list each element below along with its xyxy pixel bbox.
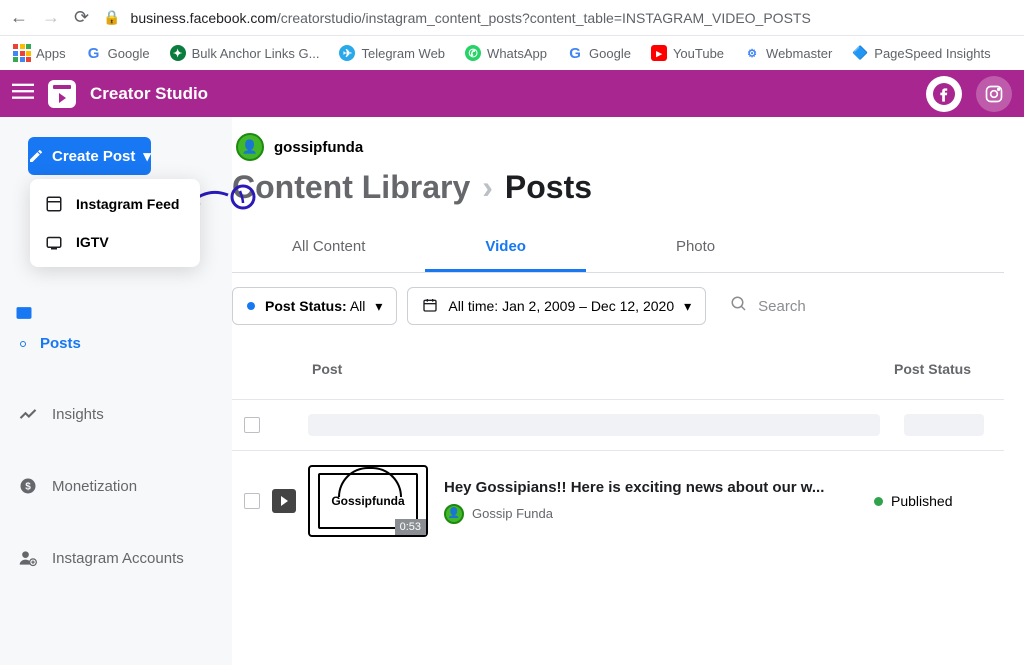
url-bar[interactable]: 🔒 business.facebook.com/creatorstudio/in… xyxy=(103,9,1014,26)
library-icon xyxy=(14,303,34,323)
chevron-right-icon: › xyxy=(482,169,493,206)
post-title: Hey Gossipians!! Here is exciting news a… xyxy=(444,479,874,496)
date-range-filter[interactable]: All time: Jan 2, 2009 – Dec 12, 2020 ▾ xyxy=(407,287,706,325)
content-tabs: All Content Video Photo xyxy=(232,224,1004,273)
instagram-switch-icon[interactable] xyxy=(976,76,1012,112)
main-content: 👤 gossipfunda Content Library › Posts Al… xyxy=(232,117,1024,665)
post-author: Gossip Funda xyxy=(472,506,553,521)
post-status-filter[interactable]: Post Status: All ▾ xyxy=(232,287,397,325)
menu-icon[interactable] xyxy=(12,80,34,107)
crumb-library[interactable]: Content Library xyxy=(232,169,470,206)
dropdown-instagram-feed[interactable]: Instagram Feed xyxy=(30,185,200,223)
breadcrumb: Content Library › Posts xyxy=(232,169,1024,224)
search-input[interactable]: Search xyxy=(716,287,1004,325)
lock-icon: 🔒 xyxy=(103,9,120,26)
tab-photo[interactable]: Photo xyxy=(586,224,805,272)
account-avatar[interactable]: 👤 xyxy=(236,133,264,161)
col-status: Post Status xyxy=(894,361,1024,377)
account-name: gossipfunda xyxy=(274,139,363,156)
author-avatar: 👤 xyxy=(444,504,464,524)
dropdown-igtv[interactable]: IGTV xyxy=(30,223,200,261)
sidebar: Create Post ▾ Instagram Feed IGTV xyxy=(0,117,232,665)
calendar-icon xyxy=(422,297,438,316)
reload-icon[interactable]: ⟳ xyxy=(74,7,89,28)
table-row[interactable]: Gossipfunda 0:53 Hey Gossipians!! Here i… xyxy=(232,450,1004,551)
status-dot-icon xyxy=(874,497,883,506)
chevron-down-icon: ▾ xyxy=(684,298,691,315)
video-thumbnail[interactable]: Gossipfunda 0:53 xyxy=(308,465,428,537)
bookmarks-bar: Apps GGoogle ✦Bulk Anchor Links G... ✈Te… xyxy=(0,36,1024,70)
crumb-posts: Posts xyxy=(505,169,592,206)
dot-icon xyxy=(20,341,26,347)
chevron-down-icon: ▾ xyxy=(143,147,151,165)
play-icon[interactable] xyxy=(272,489,296,513)
bookmark-webmaster[interactable]: ⚙Webmaster xyxy=(738,41,838,65)
create-post-button[interactable]: Create Post ▾ xyxy=(28,137,151,175)
bookmark-whatsapp[interactable]: ✆WhatsApp xyxy=(459,41,553,65)
bookmark-bulk[interactable]: ✦Bulk Anchor Links G... xyxy=(164,41,326,65)
accounts-icon xyxy=(18,548,38,568)
tab-all-content[interactable]: All Content xyxy=(232,224,425,272)
forward-icon[interactable]: → xyxy=(42,7,60,28)
feed-icon xyxy=(44,195,64,213)
creator-studio-logo xyxy=(48,80,76,108)
sidebar-item-content-library-icon[interactable] xyxy=(0,289,52,337)
chevron-down-icon: ▾ xyxy=(375,298,382,315)
duration-badge: 0:53 xyxy=(395,519,426,535)
url-path: /creatorstudio/instagram_content_posts?c… xyxy=(277,10,811,26)
bookmark-apps[interactable]: Apps xyxy=(8,41,72,65)
skeleton-loader xyxy=(904,414,984,436)
create-post-dropdown: Instagram Feed IGTV xyxy=(30,179,200,267)
tab-video[interactable]: Video xyxy=(425,224,586,272)
svg-text:$: $ xyxy=(25,481,31,492)
row-checkbox[interactable] xyxy=(244,493,260,509)
monetization-icon: $ xyxy=(18,476,38,496)
status-dot-icon xyxy=(247,302,255,310)
tv-icon xyxy=(44,233,64,251)
table-row xyxy=(232,399,1004,450)
row-checkbox[interactable] xyxy=(244,417,260,433)
col-post: Post xyxy=(312,361,894,377)
skeleton-loader xyxy=(308,414,880,436)
bookmark-telegram[interactable]: ✈Telegram Web xyxy=(333,41,451,65)
back-icon[interactable]: ← xyxy=(10,7,28,28)
bookmark-pagespeed[interactable]: 🔷PageSpeed Insights xyxy=(846,41,996,65)
app-header: Creator Studio xyxy=(0,70,1024,117)
url-domain: business.facebook.com xyxy=(131,10,277,26)
insights-icon xyxy=(18,404,38,424)
bookmark-youtube[interactable]: ▸YouTube xyxy=(645,41,730,65)
search-icon xyxy=(730,295,748,317)
app-title: Creator Studio xyxy=(90,84,208,104)
bookmark-google[interactable]: GGoogle xyxy=(80,41,156,65)
facebook-switch-icon[interactable] xyxy=(926,76,962,112)
sidebar-item-monetization[interactable]: $ Monetization xyxy=(0,462,232,510)
sidebar-item-insights[interactable]: Insights xyxy=(0,390,232,438)
status-badge: Published xyxy=(874,493,1004,509)
bookmark-google2[interactable]: GGoogle xyxy=(561,41,637,65)
sidebar-item-instagram-accounts[interactable]: Instagram Accounts xyxy=(0,534,232,582)
table-header: Post Post Status xyxy=(232,339,1024,399)
